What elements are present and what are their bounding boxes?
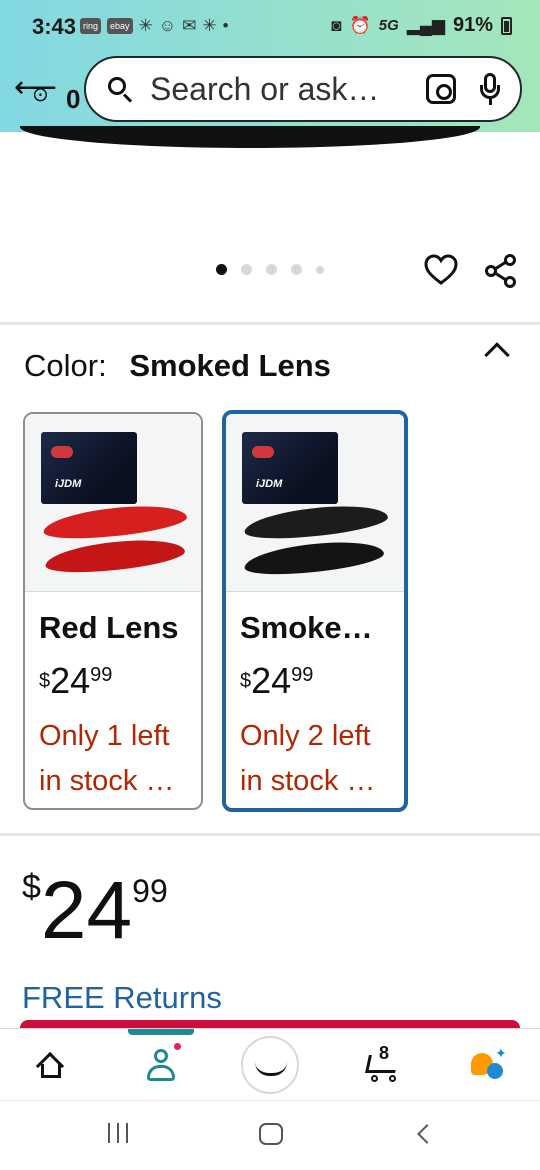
walmart-spark-icon: ✳ [138, 16, 153, 35]
account-icon [145, 1049, 177, 1081]
alarm-icon: ⏰ [349, 15, 371, 35]
battery-level: 91% [452, 14, 493, 36]
carousel-dot[interactable] [241, 264, 252, 275]
cart-icon: 8 [361, 1043, 401, 1082]
nav-rufus[interactable]: ✦ [458, 1029, 520, 1101]
location-pin-icon[interactable]: ⊙ [32, 82, 49, 107]
delivery-location-text[interactable]: 0 [66, 84, 80, 115]
search-icon [106, 75, 134, 103]
system-navigation-bar [0, 1100, 540, 1170]
color-selector-header: Color: Smoked Lens [24, 348, 331, 384]
stock-status: Only 1 left in stock … [39, 720, 175, 797]
heart-icon[interactable] [424, 254, 458, 286]
amazon-smile-icon [241, 1036, 299, 1094]
bottom-navigation: 8 ✦ [0, 1028, 540, 1100]
status-bar: 3:43 ring ebay ✳ ☺ ✉ ✳ • ◙ ⏰ 5G ▂▄▆ 91% [0, 0, 540, 54]
stock-status: Only 2 left in stock … [240, 720, 376, 797]
account-notification-dot [172, 1041, 183, 1052]
nav-account[interactable] [130, 1029, 192, 1101]
swatch-title: Smoke… [240, 610, 373, 645]
nfc-icon: ◙ [331, 15, 342, 35]
color-option-red-lens[interactable]: iJDM Red Lens $2499 Only 1 left in stock… [23, 412, 203, 810]
nav-cart[interactable]: 8 [350, 1029, 412, 1101]
swatch-price: $2499 [240, 660, 314, 701]
top-header: 3:43 ring ebay ✳ ☺ ✉ ✳ • ◙ ⏰ 5G ▂▄▆ 91% … [0, 0, 540, 132]
image-carousel-dots[interactable] [216, 264, 324, 275]
nav-amazon-menu[interactable] [240, 1029, 300, 1101]
status-notification-icons: ring ebay ✳ ☺ ✉ ✳ • [80, 16, 229, 36]
battery-icon [501, 16, 512, 35]
carousel-dot[interactable] [216, 264, 227, 275]
status-time: 3:43 [32, 14, 77, 39]
smoked-lens-image [242, 500, 390, 544]
status-system-icons: ◙ ⏰ 5G ▂▄▆ 91% [331, 14, 512, 37]
walmart-spark-icon-2: ✳ [202, 16, 217, 35]
share-icon[interactable] [484, 254, 518, 288]
free-returns-link[interactable]: FREE Returns [22, 980, 222, 1016]
product-box-image: iJDM [41, 432, 137, 504]
chevron-up-icon[interactable] [484, 342, 510, 368]
search-input[interactable]: Search or ask… [150, 71, 426, 108]
carousel-dot[interactable] [291, 264, 302, 275]
color-label: Color: [24, 348, 107, 383]
swatch-product-image: iJDM [226, 414, 404, 592]
section-divider [0, 833, 540, 836]
system-back-icon[interactable] [417, 1124, 437, 1144]
signal-icon: ▂▄▆ [406, 15, 445, 35]
selected-color-value: Smoked Lens [129, 348, 331, 383]
reddit-icon: ☺ [158, 16, 177, 35]
carousel-dot[interactable] [316, 265, 324, 274]
camera-lens-icon[interactable] [426, 74, 456, 104]
product-price: $2499 [22, 865, 168, 956]
ebay-app-icon: ebay [107, 18, 133, 34]
search-bar[interactable]: Search or ask… [84, 56, 522, 122]
ring-app-icon: ring [80, 18, 102, 34]
smoked-lens-image [242, 536, 386, 580]
nav-home[interactable] [20, 1029, 82, 1101]
product-box-image: iJDM [242, 432, 338, 504]
color-option-smoked-lens[interactable]: iJDM Smoke… $2499 Only 2 left in stock … [222, 410, 408, 812]
rufus-icon: ✦ [471, 1045, 507, 1081]
mail-icon: ✉ [182, 16, 197, 35]
more-notifications-dot-icon: • [222, 16, 229, 35]
recents-icon[interactable] [108, 1123, 128, 1143]
system-home-icon[interactable] [259, 1123, 283, 1145]
cart-count: 8 [379, 1043, 390, 1063]
home-icon [35, 1051, 65, 1081]
section-divider [0, 322, 540, 325]
red-lens-image [43, 534, 187, 578]
product-image-edge [20, 126, 480, 148]
microphone-icon[interactable] [480, 73, 500, 105]
swatch-price: $2499 [39, 660, 113, 701]
network-type: 5G [378, 17, 399, 34]
swatch-title: Red Lens [39, 610, 179, 645]
carousel-dot[interactable] [266, 264, 277, 275]
red-lens-image [41, 500, 189, 544]
swatch-product-image: iJDM [25, 414, 201, 592]
